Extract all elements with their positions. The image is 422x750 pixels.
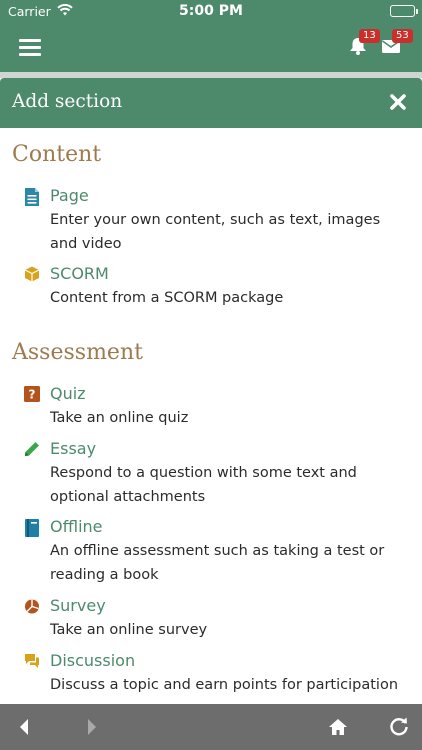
notifications-button[interactable]: 13 [347,29,380,56]
svg-text:?: ? [29,388,36,402]
refresh-icon [390,717,408,736]
refresh-button[interactable] [388,716,410,738]
book-icon [24,519,40,537]
list-item-scorm[interactable]: SCORM Content from a SCORM package [24,264,404,310]
item-description: Take an online survey [50,622,208,638]
messages-button[interactable]: 53 [380,29,413,56]
chevron-left-icon [20,719,28,735]
page-icon [24,188,40,206]
status-bar: Carrier 5:00 PM [0,0,422,22]
list-item-essay[interactable]: Essay Respond to a question with some te… [24,439,404,509]
browser-toolbar [0,704,422,750]
menu-button[interactable] [19,39,41,56]
list-item-offline[interactable]: Offline An offline assessment such as ta… [24,517,404,587]
modal-header: Add section [0,78,422,128]
list-item-page[interactable]: Page Enter your own content, such as tex… [24,186,404,256]
item-description: Take an online quiz [50,410,189,426]
item-name: Survey [50,596,106,615]
back-button[interactable] [14,716,36,738]
messages-badge: 53 [392,29,413,43]
menu-icon [19,39,41,42]
forward-button[interactable] [80,716,102,738]
section-heading-assessment: Assessment [12,340,143,365]
item-name: Essay [50,439,97,458]
close-icon [390,94,406,110]
section-heading-content: Content [12,142,102,167]
list-item-survey[interactable]: Survey Take an online survey [24,596,404,642]
list-item-quiz[interactable]: ? Quiz Take an online quiz [24,384,404,430]
close-button[interactable] [388,92,408,112]
item-name: Discussion [50,651,136,670]
modal-title: Add section [12,91,123,112]
home-icon [329,719,347,735]
item-description: Content from a SCORM package [50,290,284,306]
notifications-badge: 13 [359,29,380,43]
item-description: An offline assessment such as taking a t… [50,543,385,583]
pencil-icon [24,441,40,457]
item-name: Page [50,186,89,205]
item-description: Respond to a question with some text and… [50,465,357,505]
item-name: Quiz [50,384,86,403]
app-header: 13 53 [0,22,422,72]
item-name: Offline [50,517,103,536]
status-time: 5:00 PM [179,3,243,19]
list-item-discussion[interactable]: Discussion Discuss a topic and earn poin… [24,651,404,704]
battery-icon [390,5,418,17]
scorm-icon [24,266,40,282]
item-description: Enter your own content, such as text, im… [50,212,381,252]
pie-chart-icon [24,598,40,614]
home-button[interactable] [327,716,349,738]
chevron-right-icon [88,719,96,735]
speech-bubbles-icon [24,653,40,669]
item-name: SCORM [50,264,109,283]
item-description: Discuss a topic and earn points for part… [50,677,399,693]
section-type-list: Content Page Enter your own content, suc… [0,128,422,704]
quiz-icon: ? [24,386,40,402]
